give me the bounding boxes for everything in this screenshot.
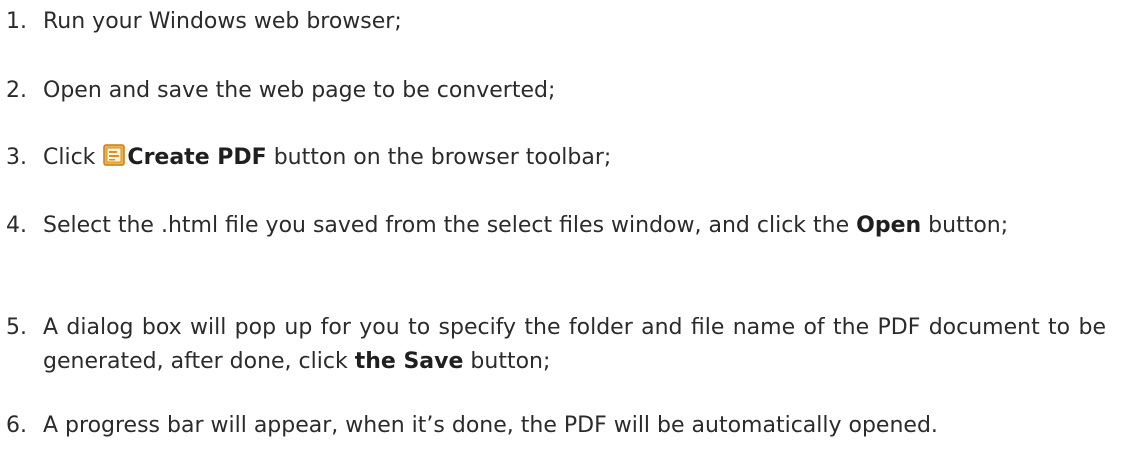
step-text: A progress bar will appear, when it’s do…: [43, 413, 938, 438]
step-text: A dialog box will pop up for you to spec…: [43, 315, 1106, 374]
step-text: button;: [921, 213, 1009, 238]
step-body: Select the .html file you saved from the…: [43, 209, 1106, 243]
step-number: 3.: [6, 145, 27, 170]
save-label: the Save: [354, 349, 464, 374]
step-number: 4.: [6, 213, 27, 238]
list-item: 2. Open and save the web page to be conv…: [6, 74, 1106, 108]
step-number: 2.: [6, 78, 27, 103]
step-text: Select the .html file you saved from the…: [43, 213, 857, 238]
create-pdf-label: Create PDF: [127, 145, 267, 170]
step-number: 1.: [6, 9, 27, 34]
list-item: 5. A dialog box will pop up for you to s…: [6, 311, 1106, 379]
step-body: A dialog box will pop up for you to spec…: [43, 311, 1106, 379]
step-number: 5.: [6, 315, 27, 340]
step-text: Run your Windows web browser;: [43, 9, 402, 34]
list-item: 1. Run your Windows web browser;: [6, 5, 1106, 39]
list-item: 4. Select the .html file you saved from …: [6, 209, 1106, 243]
step-text: Open and save the web page to be convert…: [43, 78, 556, 103]
step-text: button;: [463, 349, 551, 374]
open-label: Open: [856, 213, 922, 238]
create-pdf-icon: [103, 143, 126, 166]
step-text: button on the browser toolbar;: [266, 145, 612, 170]
step-text: Click: [43, 145, 96, 170]
step-body: Click Create PDF button on the browser t…: [43, 141, 1106, 175]
list-item: 6. A progress bar will appear, when it’s…: [6, 409, 1106, 443]
step-number: 6.: [6, 413, 27, 438]
list-item: 3. Click Create PDF button on the browse…: [6, 141, 1106, 175]
